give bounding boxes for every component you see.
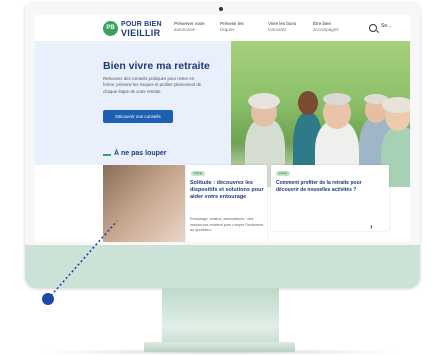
pointer-dot (42, 293, 54, 305)
dotted-pointer (47, 220, 118, 300)
pointer-line (47, 220, 118, 300)
